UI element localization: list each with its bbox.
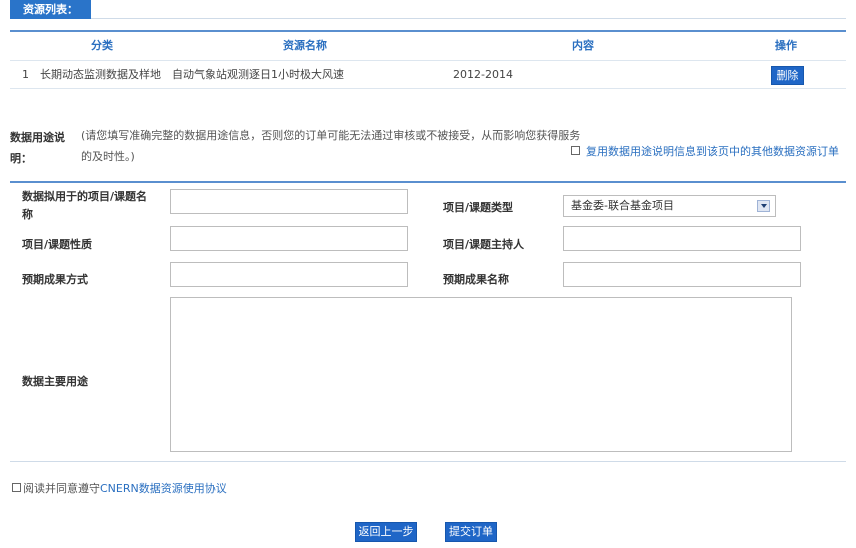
row-category: 长期动态监测数据及样地	[40, 68, 161, 81]
back-button[interactable]: 返回上一步	[355, 522, 417, 542]
agreement-link[interactable]: CNERN数据资源使用协议	[100, 482, 227, 495]
submit-order-button[interactable]: 提交订单	[445, 522, 497, 542]
dropdown-arrow-icon[interactable]	[757, 200, 770, 212]
result-method-input[interactable]	[170, 262, 408, 287]
project-leader-label: 项目/课题主持人	[443, 238, 525, 251]
result-name-label: 预期成果名称	[443, 273, 509, 286]
header-separator	[10, 60, 846, 61]
project-type-label: 项目/课题类型	[443, 201, 514, 214]
main-usage-textarea[interactable]	[170, 297, 792, 452]
reuse-usage-label[interactable]: 复用数据用途说明信息到该页中的其他数据资源订单	[586, 143, 839, 159]
row-separator	[10, 88, 846, 89]
usage-label-line1: 数据用途说	[10, 131, 65, 144]
column-header-resource-name: 资源名称	[283, 39, 327, 52]
result-name-input[interactable]	[563, 262, 801, 287]
resource-list-title: 资源列表：	[10, 0, 91, 19]
agreement-text: 阅读并同意遵守CNERN数据资源使用协议	[23, 480, 227, 496]
form-bottom-border	[10, 461, 846, 462]
table-top-border	[10, 30, 846, 32]
column-header-content: 内容	[572, 39, 594, 52]
title-underline	[91, 18, 846, 19]
project-nature-label: 项目/课题性质	[22, 238, 93, 251]
project-nature-input[interactable]	[170, 226, 408, 251]
row-index: 1	[22, 68, 29, 81]
form-top-border	[10, 181, 846, 183]
row-content: 2012-2014	[453, 68, 513, 81]
project-type-select[interactable]: 基金委-联合基金项目	[563, 195, 776, 217]
project-type-selected-value: 基金委-联合基金项目	[571, 199, 674, 212]
agreement-checkbox[interactable]	[12, 483, 21, 492]
main-usage-label: 数据主要用途	[22, 375, 88, 388]
project-name-label-2: 称	[22, 208, 33, 221]
column-header-category: 分类	[91, 39, 113, 52]
delete-button[interactable]: 删除	[771, 66, 804, 85]
project-name-input[interactable]	[170, 189, 408, 214]
reuse-usage-checkbox[interactable]	[571, 146, 580, 155]
project-leader-input[interactable]	[563, 226, 801, 251]
column-header-action: 操作	[775, 39, 797, 52]
row-resource-name: 自动气象站观测逐日1小时极大风速	[172, 68, 344, 81]
project-name-label-1: 数据拟用于的项目/课题名	[22, 190, 148, 203]
result-method-label: 预期成果方式	[22, 273, 88, 286]
usage-note-line1: (请您填写准确完整的数据用途信息，否则您的订单可能无法通过审核或不被接受，从而影…	[81, 129, 581, 142]
agreement-prefix: 阅读并同意遵守	[23, 482, 100, 495]
usage-note-line2: 的及时性。)	[81, 150, 135, 163]
usage-label-line2: 明：	[10, 152, 32, 165]
